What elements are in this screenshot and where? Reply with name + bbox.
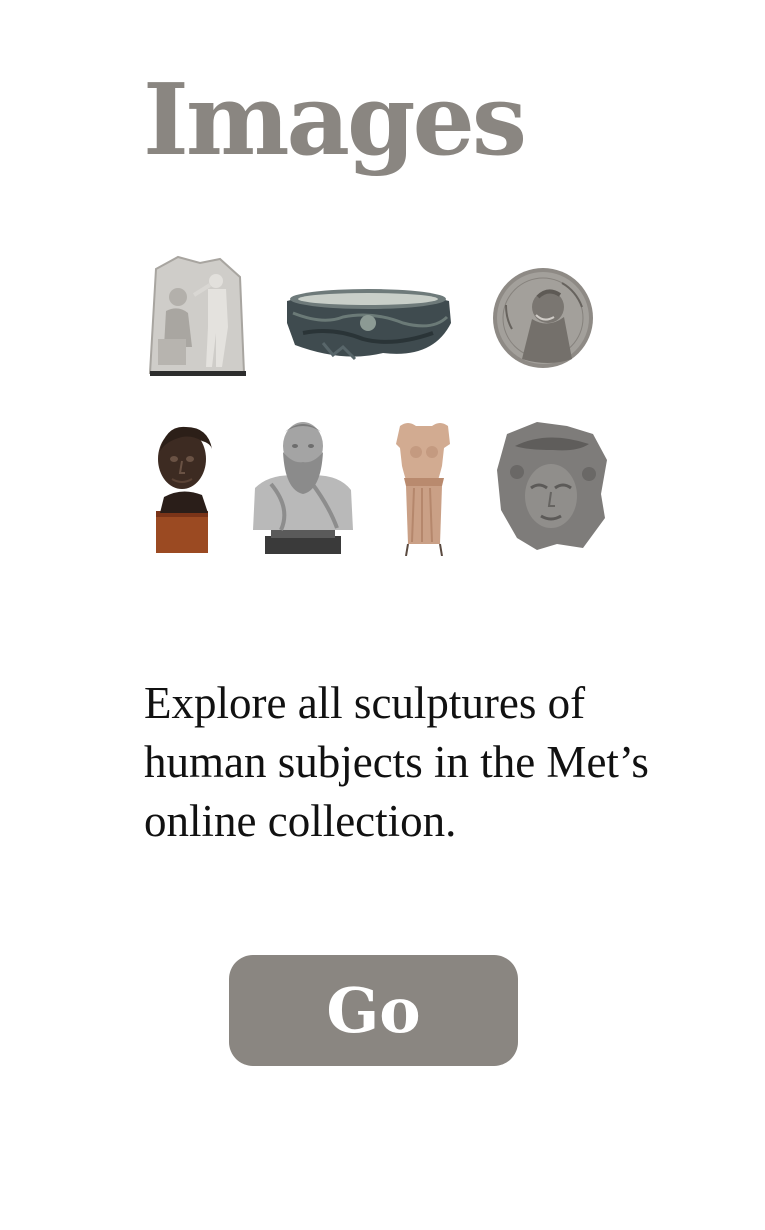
go-button[interactable]: Go [229,955,518,1066]
sculpture-thumb-bearded-bust[interactable] [251,418,355,554]
sculpture-thumb-female-torso[interactable] [394,420,454,556]
sculpture-thumb-medal[interactable] [492,267,594,369]
sculpture-thumb-relief[interactable] [148,255,248,377]
sculpture-thumb-stone-head[interactable] [497,420,609,553]
page-title: Images [143,63,527,178]
collection-description: Explore all sculptures of human subjects… [144,678,649,846]
sculpture-thumb-bronze-bust[interactable] [152,421,218,553]
sculpture-thumb-bowl[interactable] [283,283,453,365]
